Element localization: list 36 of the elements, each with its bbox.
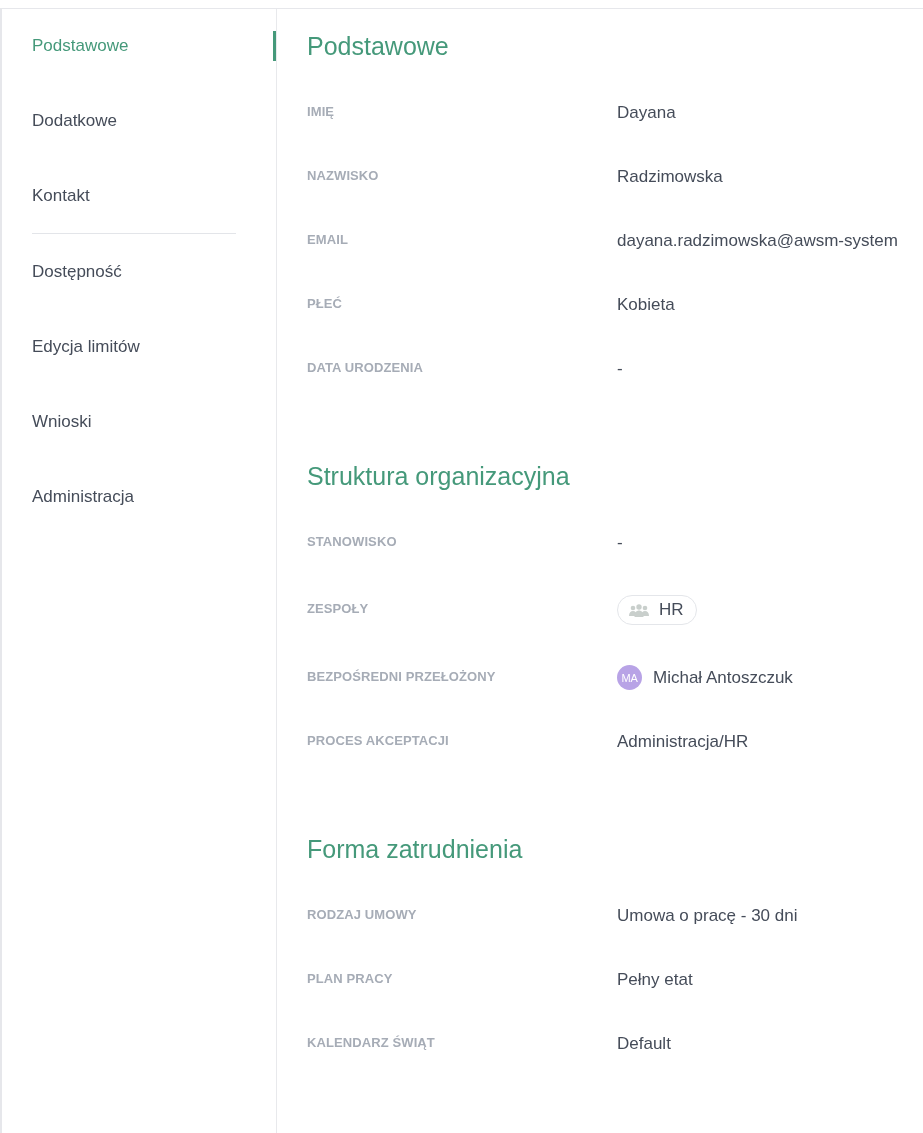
field-label: STANOWISKO (307, 534, 397, 550)
field-label: PROCES AKCEPTACJI (307, 733, 449, 749)
field-value: - (617, 532, 623, 554)
sidebar-item[interactable]: Podstawowe (2, 31, 276, 61)
sidebar-item[interactable]: Administracja (2, 482, 276, 512)
field-label: BEZPOŚREDNI PRZEŁOŻONY (307, 668, 496, 685)
field-value: Radzimowska (617, 166, 723, 188)
section-heading: Forma zatrudnienia (307, 834, 524, 864)
section-heading: Struktura organizacyjna (307, 461, 571, 491)
field-label: PLAN PRACY (307, 971, 393, 987)
field-label: KALENDARZ ŚWIĄT (307, 1035, 435, 1051)
sidebar-item[interactable]: Edycja limitów (2, 332, 276, 362)
field-label: EMAIL (307, 232, 348, 248)
field-label: NAZWISKO (307, 168, 379, 184)
field-label: IMIĘ (307, 104, 335, 120)
initials-avatar: MA (617, 665, 642, 690)
field-value: - (617, 358, 623, 380)
person-name: Michał Antoszczuk (653, 666, 793, 689)
field-label: DATA URODZENIA (307, 360, 423, 376)
field-value: Administracja/HR (617, 731, 749, 753)
section-heading: Podstawowe (307, 31, 450, 61)
field-label: PŁEĆ (307, 296, 343, 312)
people-group-icon (628, 603, 650, 617)
field-value: Pełny etat (617, 969, 693, 991)
field-value: Dayana (617, 102, 676, 124)
team-name: HR (659, 600, 684, 620)
field-label: RODZAJ UMOWY (307, 907, 417, 923)
field-label: ZESPOŁY (307, 601, 369, 617)
sidebar-item[interactable]: Kontakt (2, 181, 276, 211)
sidebar-item[interactable]: Dostępność (2, 257, 276, 287)
field-value: Kobieta (617, 294, 675, 316)
sidebar-item[interactable]: Wnioski (2, 407, 276, 437)
field-value: dayana.radzimowska@awsm-system (617, 230, 898, 252)
field-value: Umowa o pracę - 30 dni (617, 905, 798, 927)
field-value: Default (617, 1033, 671, 1055)
sidebar-item[interactable]: Dodatkowe (2, 106, 276, 136)
